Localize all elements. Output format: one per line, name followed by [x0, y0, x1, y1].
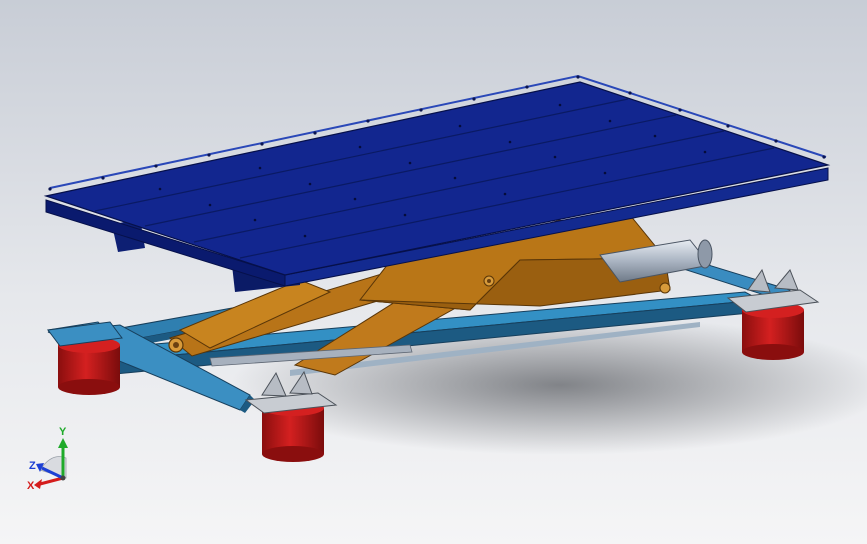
foot-rear-left [47, 321, 123, 395]
axis-x-label: X [27, 480, 35, 492]
axis-y-label: Y [59, 426, 67, 438]
pivot-pin [173, 342, 179, 348]
pivot-pin [659, 282, 671, 294]
pivot-pin [487, 279, 491, 283]
axis-z-label: Z [29, 460, 36, 472]
cad-viewport[interactable]: Y X Z [0, 0, 867, 544]
